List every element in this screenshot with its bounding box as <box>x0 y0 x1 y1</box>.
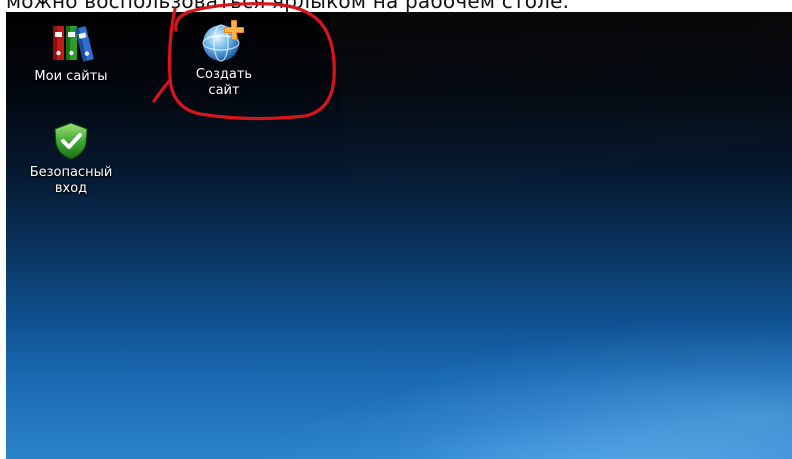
desktop-icon-label: Мои сайты <box>34 69 108 84</box>
globe-add-icon <box>202 20 244 62</box>
folders-icon <box>53 26 94 62</box>
desktop-icon-secure-login[interactable]: Безопасный вход <box>6 120 136 197</box>
shield-check-icon <box>54 122 88 160</box>
desktop: Мои сайты Создать сайт Безопасный вход <box>6 12 792 459</box>
desktop-icon-my-sites[interactable]: Мои сайты <box>6 22 136 85</box>
desktop-icon-label: Создать сайт <box>195 67 253 98</box>
desktop-icon-label: Безопасный вход <box>29 165 113 196</box>
desktop-icon-create-site[interactable]: Создать сайт <box>159 18 289 99</box>
